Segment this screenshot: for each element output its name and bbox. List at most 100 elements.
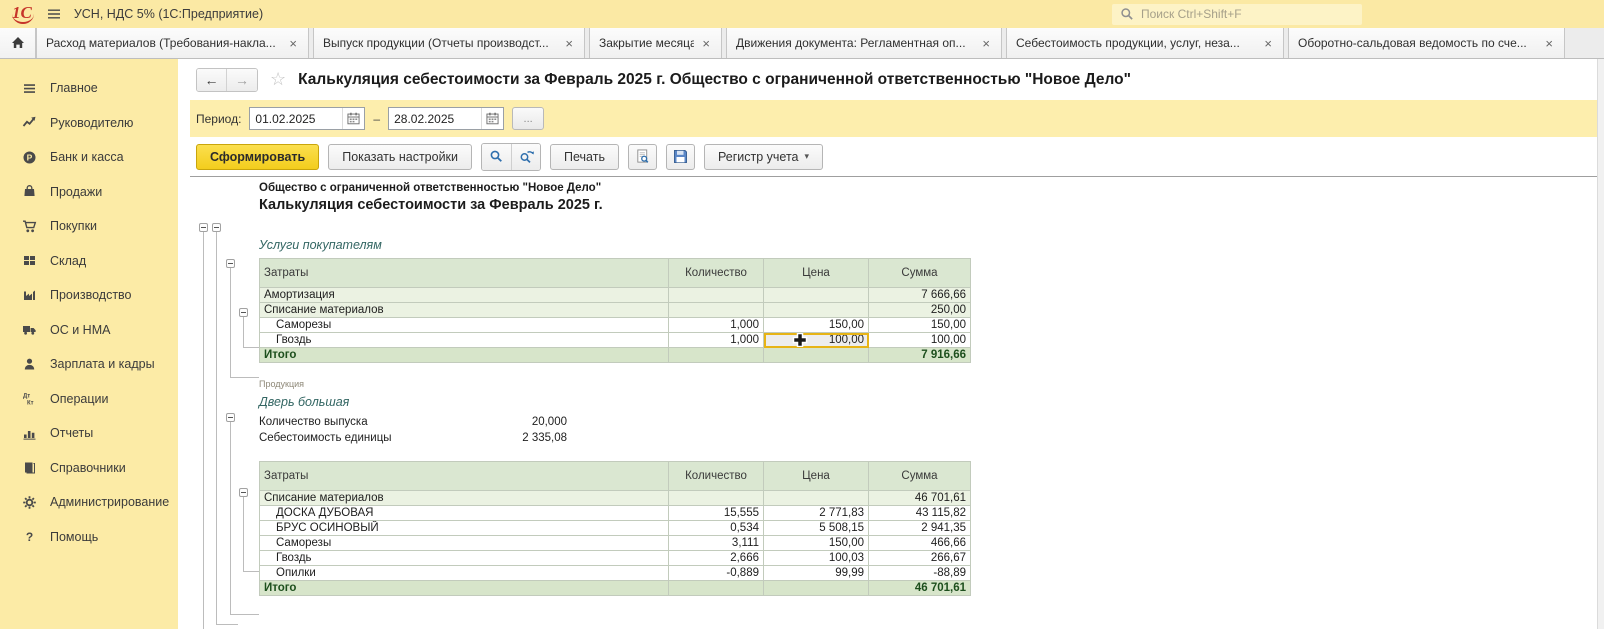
cell-qty[interactable]: 1,000 xyxy=(669,333,764,348)
forward-button[interactable]: → xyxy=(227,69,257,91)
collapse-button[interactable] xyxy=(212,223,221,232)
cell-qty[interactable] xyxy=(669,303,764,318)
cell-price[interactable]: 99,99 xyxy=(764,566,869,581)
sidebar-item-fixed-assets[interactable]: ОС и НМА xyxy=(0,313,178,348)
tab-close-icon[interactable]: × xyxy=(1262,36,1274,51)
cell-price[interactable] xyxy=(764,491,869,506)
sidebar-item-warehouse[interactable]: Склад xyxy=(0,244,178,279)
cell-label[interactable]: БРУС ОСИНОВЫЙ xyxy=(260,521,669,536)
find-button[interactable] xyxy=(482,144,511,170)
cell-price[interactable]: 150,00 xyxy=(764,536,869,551)
cell-qty[interactable]: -0,889 xyxy=(669,566,764,581)
cell-qty[interactable]: 0,534 xyxy=(669,521,764,536)
tab-5[interactable]: Себестоимость продукции, услуг, неза...× xyxy=(1006,28,1284,58)
sidebar-item-payroll-hr[interactable]: Зарплата и кадры xyxy=(0,347,178,382)
cell-qty[interactable] xyxy=(669,581,764,596)
generate-button[interactable]: Сформировать xyxy=(196,144,319,170)
cell-qty[interactable] xyxy=(669,348,764,363)
cell-sum[interactable]: 43 115,82 xyxy=(869,506,971,521)
register-dropdown[interactable]: Регистр учета ▾ xyxy=(704,144,823,170)
search-input[interactable] xyxy=(1141,7,1354,21)
sidebar-item-directories[interactable]: Справочники xyxy=(0,451,178,486)
period-more-button[interactable]: ... xyxy=(512,107,544,130)
find-next-button[interactable] xyxy=(511,144,540,170)
cell-price[interactable]: 150,00 xyxy=(764,318,869,333)
favorite-star-icon[interactable]: ☆ xyxy=(270,69,286,90)
cell-qty[interactable]: 1,000 xyxy=(669,318,764,333)
home-tab[interactable] xyxy=(0,28,36,58)
sidebar-item-purchases[interactable]: Покупки xyxy=(0,209,178,244)
cell-price[interactable]: 5 508,15 xyxy=(764,521,869,536)
cell-label[interactable]: Итого xyxy=(260,581,669,596)
sidebar-item-reports[interactable]: Отчеты xyxy=(0,416,178,451)
cell-label[interactable]: Списание материалов xyxy=(260,303,669,318)
vertical-scrollbar[interactable] xyxy=(1597,59,1604,629)
tab-6[interactable]: Оборотно-сальдовая ведомость по сче...× xyxy=(1288,28,1565,58)
cell-sum[interactable]: -88,89 xyxy=(869,566,971,581)
preview-button[interactable] xyxy=(628,144,657,170)
cell-label[interactable]: Саморезы xyxy=(260,536,669,551)
main-menu-button[interactable] xyxy=(46,6,62,22)
cell-qty[interactable]: 2,666 xyxy=(669,551,764,566)
cell-sum[interactable]: 46 701,61 xyxy=(869,581,971,596)
sidebar-item-production[interactable]: Производство xyxy=(0,278,178,313)
cell-qty[interactable]: 3,111 xyxy=(669,536,764,551)
sidebar-item-help[interactable]: ?Помощь xyxy=(0,520,178,555)
cell-sum[interactable]: 7 666,66 xyxy=(869,288,971,303)
period-from-input[interactable] xyxy=(250,112,342,126)
global-search[interactable] xyxy=(1112,4,1362,25)
period-to-input[interactable] xyxy=(389,112,481,126)
cell-label[interactable]: Списание материалов xyxy=(260,491,669,506)
cell-label[interactable]: Гвоздь xyxy=(260,551,669,566)
tab-3[interactable]: Закрытие месяца× xyxy=(589,28,722,58)
cell-sum[interactable]: 150,00 xyxy=(869,318,971,333)
cell-price[interactable] xyxy=(764,303,869,318)
tab-4[interactable]: Движения документа: Регламентная оп...× xyxy=(726,28,1002,58)
tab-close-icon[interactable]: × xyxy=(1543,36,1555,51)
cell-price[interactable]: 100,00 xyxy=(764,333,869,348)
collapse-button[interactable] xyxy=(226,259,235,268)
cell-sum[interactable]: 466,66 xyxy=(869,536,971,551)
tab-close-icon[interactable]: × xyxy=(980,36,992,51)
cell-qty[interactable]: 15,555 xyxy=(669,506,764,521)
collapse-button[interactable] xyxy=(199,223,208,232)
cell-price[interactable]: 2 771,83 xyxy=(764,506,869,521)
sidebar-item-main[interactable]: Главное xyxy=(0,71,178,106)
sidebar-item-administration[interactable]: Администрирование xyxy=(0,485,178,520)
cell-label[interactable]: ДОСКА ДУБОВАЯ xyxy=(260,506,669,521)
cell-price[interactable] xyxy=(764,348,869,363)
cell-sum[interactable]: 46 701,61 xyxy=(869,491,971,506)
calendar-icon[interactable] xyxy=(481,108,503,129)
show-settings-button[interactable]: Показать настройки xyxy=(328,144,472,170)
collapse-button[interactable] xyxy=(226,413,235,422)
cell-sum[interactable]: 266,67 xyxy=(869,551,971,566)
back-button[interactable]: ← xyxy=(197,69,227,91)
cell-label[interactable]: Саморезы xyxy=(260,318,669,333)
cell-sum[interactable]: 250,00 xyxy=(869,303,971,318)
tab-close-icon[interactable]: × xyxy=(287,36,299,51)
cell-qty[interactable] xyxy=(669,491,764,506)
sidebar-item-manager[interactable]: Руководителю xyxy=(0,106,178,141)
tab-close-icon[interactable]: × xyxy=(563,36,575,51)
cell-qty[interactable] xyxy=(669,288,764,303)
sidebar-item-operations[interactable]: ДтКтОперации xyxy=(0,382,178,417)
cell-sum[interactable]: 100,00 xyxy=(869,333,971,348)
cell-price[interactable] xyxy=(764,581,869,596)
cell-label[interactable]: Итого xyxy=(260,348,669,363)
cell-sum[interactable]: 2 941,35 xyxy=(869,521,971,536)
collapse-button[interactable] xyxy=(239,488,248,497)
cell-label[interactable]: Опилки xyxy=(260,566,669,581)
cell-label[interactable]: Гвоздь xyxy=(260,333,669,348)
cell-price[interactable]: 100,03 xyxy=(764,551,869,566)
cell-label[interactable]: Амортизация xyxy=(260,288,669,303)
cell-price[interactable] xyxy=(764,288,869,303)
save-button[interactable] xyxy=(666,144,695,170)
calendar-icon[interactable] xyxy=(342,108,364,129)
sidebar-item-bank-cash[interactable]: РБанк и касса xyxy=(0,140,178,175)
sidebar-item-sales[interactable]: Продажи xyxy=(0,175,178,210)
collapse-button[interactable] xyxy=(239,308,248,317)
cell-sum[interactable]: 7 916,66 xyxy=(869,348,971,363)
tab-2[interactable]: Выпуск продукции (Отчеты производст...× xyxy=(313,28,585,58)
tab-1[interactable]: Расход материалов (Требования-накла...× xyxy=(36,28,309,58)
tab-close-icon[interactable]: × xyxy=(700,36,712,51)
